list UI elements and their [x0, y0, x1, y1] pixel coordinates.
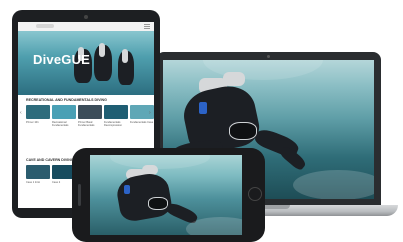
chevron-right-icon[interactable]: › — [149, 110, 151, 116]
phone-screen-video[interactable] — [90, 155, 242, 235]
diver-tank — [223, 72, 245, 86]
camera-dot-icon — [84, 15, 88, 19]
search-input[interactable] — [36, 24, 54, 28]
course-row-recreational: Primer 101 Recreational Fundamentals Prime… — [26, 105, 154, 127]
water-surface — [203, 60, 323, 80]
hero-banner[interactable]: DiveGUE — [18, 31, 154, 95]
diver-mask — [229, 122, 257, 140]
course-caption: Cave 1 Intro — [26, 181, 41, 184]
course-thumbnail[interactable] — [78, 105, 102, 119]
chevron-left-icon[interactable]: ‹ — [20, 110, 22, 116]
diver-detail — [124, 185, 130, 194]
diver-tank — [122, 49, 128, 63]
section-title-cave: CAVE AND CAVERN DIVING — [26, 158, 74, 162]
camera-dot-icon — [267, 55, 270, 58]
course-caption: Fundamentals Decompression — [104, 121, 123, 127]
section-title-recreational: RECREATIONAL AND FUNDAMENTALS DIVING — [26, 98, 107, 102]
diver-detail — [199, 102, 207, 114]
diver-mask — [148, 197, 168, 210]
sand-floor — [293, 170, 374, 199]
home-button-icon[interactable] — [248, 187, 262, 201]
course-caption: Recreational Fundamentals — [52, 121, 69, 127]
course-caption: Fundamentals Cave — [130, 121, 154, 124]
menu-icon[interactable] — [144, 24, 150, 29]
course-caption: Primer 101 — [26, 121, 39, 124]
phone-device — [72, 148, 265, 242]
brand-logo: DiveGUE — [33, 52, 91, 67]
course-thumbnail[interactable] — [52, 105, 76, 119]
course-thumbnail[interactable] — [26, 105, 50, 119]
water-surface — [110, 155, 210, 169]
course-thumbnail[interactable] — [26, 165, 50, 179]
course-thumbnail[interactable] — [104, 105, 128, 119]
diver-tank — [99, 43, 105, 57]
phone-speaker — [78, 184, 81, 206]
course-caption: Primer Basic Fundamentals — [78, 121, 95, 127]
